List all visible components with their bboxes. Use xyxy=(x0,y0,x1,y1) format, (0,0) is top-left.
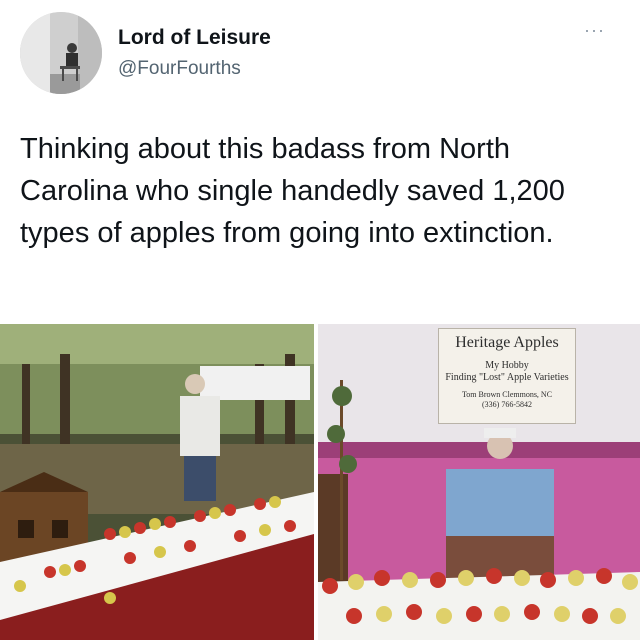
avatar-image xyxy=(20,12,102,94)
display-name[interactable]: Lord of Leisure xyxy=(118,26,271,50)
heritage-apples-sign: Heritage Apples My Hobby Finding "Lost" … xyxy=(438,328,576,424)
sign-line-2: Finding "Lost" Apple Varieties xyxy=(445,372,569,383)
apples-outdoor-photo[interactable] xyxy=(0,324,314,640)
sign-line-4: (336) 766-5842 xyxy=(482,400,532,409)
sign-line-3: Tom Brown Clemmons, NC xyxy=(461,390,553,399)
heritage-apples-booth-photo[interactable]: Heritage Apples My Hobby Finding "Lost" … xyxy=(318,324,640,640)
avatar[interactable] xyxy=(20,12,102,94)
photo-left-image xyxy=(0,324,314,640)
more-icon[interactable]: ··· xyxy=(584,20,605,41)
tweet-text: Thinking about this badass from North Ca… xyxy=(20,133,565,249)
username-handle[interactable]: @FourFourths xyxy=(118,58,241,80)
sign-line-1: My Hobby xyxy=(485,360,529,371)
sign-title: Heritage Apples xyxy=(455,334,559,351)
